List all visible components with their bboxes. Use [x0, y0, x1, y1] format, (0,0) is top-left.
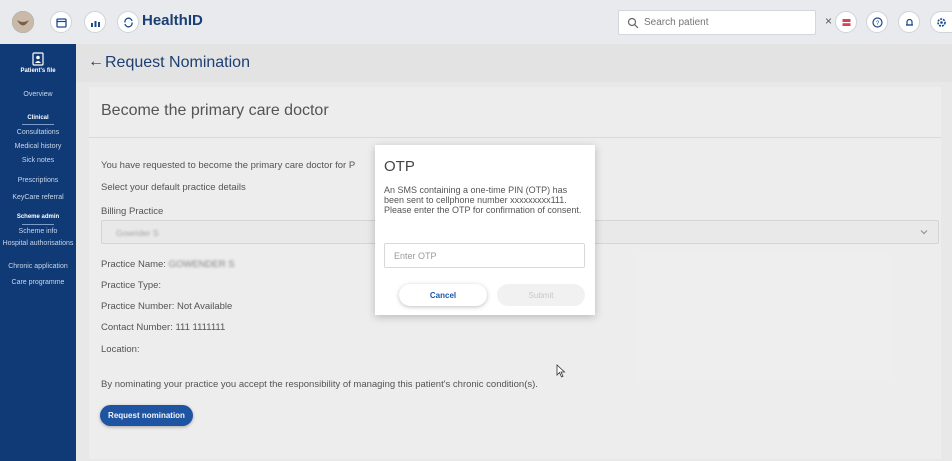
submit-button[interactable]: Submit — [497, 284, 585, 306]
sidebar-item-patients-file[interactable]: Patient's file — [0, 52, 76, 74]
otp-input[interactable] — [384, 243, 585, 268]
sidebar-item-consultations[interactable]: Consultations — [0, 129, 76, 137]
top-bar: HealthID × ? — [0, 0, 952, 44]
sidebar-item-label: Patient's file — [20, 68, 56, 74]
logo-icon[interactable] — [12, 11, 34, 33]
sidebar-item-prescriptions[interactable]: Prescriptions — [0, 177, 76, 185]
close-icon[interactable]: × — [825, 14, 832, 28]
sidebar-item-keycare-referral[interactable]: KeyCare referral — [0, 194, 76, 202]
app-title: HealthID — [142, 12, 203, 29]
sidebar-item-overview[interactable]: Overview — [0, 91, 76, 99]
sidebar: Patient's file Overview Clinical Consult… — [0, 44, 76, 461]
sidebar-item-medical-history[interactable]: Medical history — [0, 143, 76, 151]
chart-icon[interactable] — [84, 11, 106, 33]
patient-file-icon — [32, 52, 44, 66]
dialog-title: OTP — [384, 158, 415, 175]
flag-icon[interactable] — [835, 11, 857, 33]
sidebar-item-chronic-application[interactable]: Chronic application — [0, 263, 76, 271]
calendar-icon[interactable] — [50, 11, 72, 33]
divider — [22, 124, 54, 125]
otp-dialog: OTP An SMS containing a one-time PIN (OT… — [375, 145, 595, 315]
sidebar-section-clinical: Clinical — [27, 115, 49, 121]
search-icon — [627, 17, 639, 28]
settings-icon[interactable] — [930, 11, 952, 33]
divider — [22, 224, 54, 225]
mouse-cursor-icon — [556, 364, 566, 378]
sync-icon[interactable] — [117, 11, 139, 33]
sidebar-item-sick-notes[interactable]: Sick notes — [0, 157, 76, 165]
sidebar-item-care-programme[interactable]: Care programme — [0, 279, 76, 287]
dialog-message: An SMS containing a one-time PIN (OTP) h… — [384, 185, 582, 215]
help-icon[interactable]: ? — [866, 11, 888, 33]
sidebar-section-scheme-admin: Scheme admin — [16, 214, 60, 220]
search-input[interactable] — [644, 17, 794, 28]
sidebar-item-hospital-authorisations[interactable]: Hospital authorisations — [0, 240, 76, 247]
sidebar-item-scheme-info[interactable]: Scheme info — [0, 228, 76, 236]
cancel-button[interactable]: Cancel — [399, 284, 487, 306]
search-box[interactable] — [618, 10, 816, 35]
bell-icon[interactable] — [898, 11, 920, 33]
